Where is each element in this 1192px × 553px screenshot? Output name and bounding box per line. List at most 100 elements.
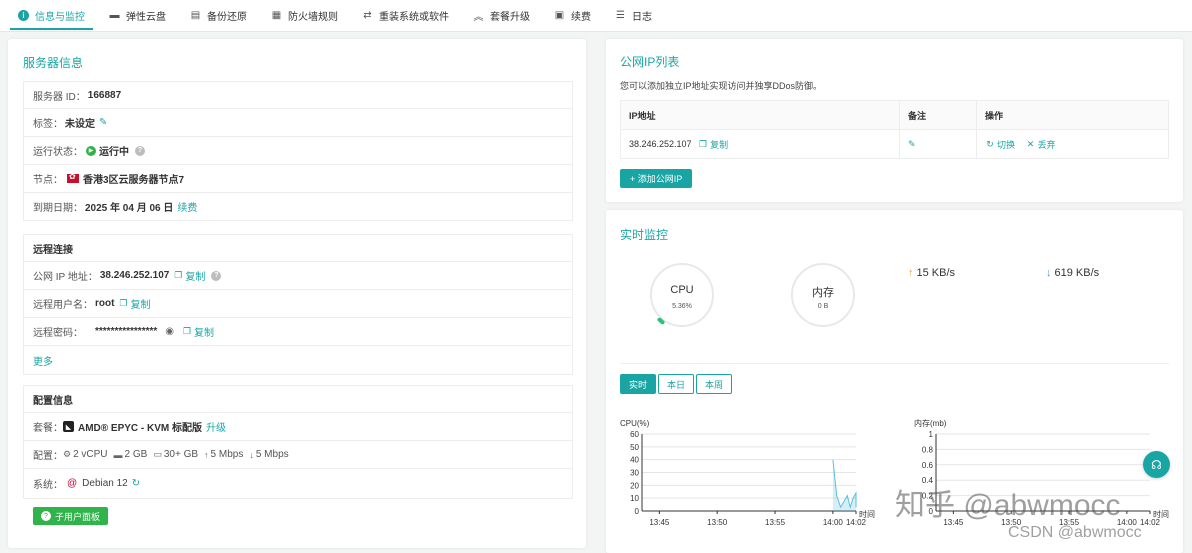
x-axis-label: 时间: [859, 509, 875, 519]
plan-value: AMD® EPYC - KVM 标配版: [78, 423, 203, 434]
range-tab-week[interactable]: 本周: [696, 374, 733, 394]
support-chat-button[interactable]: ☊: [1143, 451, 1170, 478]
disk-icon: ▬: [109, 10, 120, 21]
spec-label: 配置：: [33, 451, 63, 462]
tab-label: 弹性云盘: [126, 12, 166, 23]
range-tab-realtime[interactable]: 实时: [620, 374, 657, 394]
discard-ip-button[interactable]: ✕ 丢弃: [1026, 138, 1056, 151]
tab-label: 信息与监控: [35, 12, 85, 23]
amd-icon: ◣: [63, 421, 74, 432]
x-tick-label: 13:55: [765, 518, 786, 527]
panel-button-label: 子用户面板: [55, 511, 101, 522]
tab-label: 防火墙规则: [288, 12, 338, 23]
upgrade-icon: ︽: [473, 12, 484, 23]
tag-value: 未设定: [65, 119, 95, 130]
copy-icon: ❐: [119, 298, 128, 308]
panel-icon: ?: [41, 511, 51, 521]
copy-icon: ❐: [182, 326, 192, 336]
ip-list-title: 公网IP列表: [620, 55, 680, 69]
username-row: 远程用户名： root ❐ 复制: [23, 290, 573, 318]
renew-icon: ▣: [554, 10, 565, 21]
x-tick-label: 14:02: [846, 518, 867, 527]
tab-backup[interactable]: ▤ 备份还原: [182, 0, 255, 32]
monitor-title: 实时监控: [620, 228, 669, 242]
username-label: 远程用户名：: [33, 300, 93, 311]
status-row: 运行状态： ▶ 运行中 ?: [23, 137, 573, 165]
remote-section-title: 远程连接: [23, 234, 573, 262]
ram-value: 2 GB: [124, 449, 148, 460]
y-tick-label: 20: [630, 481, 639, 490]
ip-list-card: 公网IP列表 您可以添加独立IP地址实现访问并独享DDos防御。 IP地址 备注…: [606, 39, 1183, 202]
more-link[interactable]: 更多: [33, 353, 53, 368]
disk-icon: ▭: [153, 449, 162, 459]
arrow-down-icon: ↓: [249, 449, 254, 460]
os-label: 系统：: [33, 480, 63, 491]
ip-cell: 38.246.252.107: [629, 138, 692, 149]
renew-link[interactable]: 续费: [177, 199, 197, 214]
range-tabs: 实时 本日 本周: [620, 374, 734, 394]
y-tick-label: 50: [630, 443, 639, 452]
sub-user-panel-button[interactable]: ? 子用户面板: [33, 507, 109, 525]
copy-username-button[interactable]: ❐ 复制: [118, 296, 150, 311]
x-tick-label: 14:02: [1140, 518, 1161, 527]
tab-reinstall[interactable]: ⇄ 重装系统或软件: [354, 0, 457, 32]
cpu-gauge-label: CPU: [670, 284, 694, 296]
arrow-up-icon: ↑: [908, 267, 914, 279]
copy-password-button[interactable]: ❐ 复制: [182, 324, 214, 339]
copy-label: 复制: [710, 139, 729, 150]
eye-icon[interactable]: ◉: [165, 326, 174, 337]
more-row: 更多: [23, 346, 573, 375]
upload-speed: ↑ 15 KB/s: [908, 267, 955, 279]
upgrade-link[interactable]: 升级: [206, 419, 226, 434]
switch-ip-button[interactable]: ↻ 切换: [985, 138, 1015, 151]
server-info-title: 服务器信息: [23, 56, 84, 70]
tag-row: 标签： 未设定 ✎: [23, 109, 573, 137]
tab-firewall[interactable]: ▦ 防火墙规则: [263, 0, 346, 32]
help-icon[interactable]: ?: [135, 145, 145, 156]
help-icon[interactable]: ?: [211, 270, 222, 281]
play-icon: ▶: [86, 145, 96, 156]
arrow-down-icon: ↓: [1046, 267, 1052, 279]
discard-label: 丢弃: [1037, 139, 1056, 150]
copy-ip-button[interactable]: ❐ 复制: [173, 268, 205, 283]
ram-icon: ▬: [113, 449, 123, 460]
y-tick-label: 0: [635, 507, 640, 516]
switch-label: 切换: [997, 139, 1016, 150]
tab-bar: i 信息与监控 ▬ 弹性云盘 ▤ 备份还原 ▦ 防火墙规则 ⇄ 重装系统或软件 ︽ 套餐升级…: [0, 0, 1192, 32]
chart-title: 内存(mb): [914, 418, 947, 428]
tab-upgrade[interactable]: ︽ 套餐升级: [465, 0, 538, 32]
reinstall-refresh-icon[interactable]: ↻: [132, 478, 140, 489]
x-tick-label: 13:50: [707, 518, 728, 527]
expire-label: 到期日期：: [33, 203, 83, 214]
tab-renew[interactable]: ▣ 续费: [546, 0, 599, 32]
plan-row: 套餐： ◣ AMD® EPYC - KVM 标配版 升级: [23, 413, 573, 441]
memory-gauge: 内存 0 B: [791, 263, 855, 327]
close-icon: ✕: [1026, 138, 1035, 149]
tab-info-monitor[interactable]: i 信息与监控: [10, 0, 93, 32]
table-row: 38.246.252.107 ❐ 复制 ✎ ↻ 切换 ✕ 丢弃: [620, 129, 1169, 159]
edit-tag-icon[interactable]: ✎: [99, 117, 107, 128]
download-speed: ↓ 619 KB/s: [1046, 267, 1099, 279]
headset-icon: ☊: [1151, 457, 1162, 472]
server-id-label: 服务器 ID：: [33, 91, 86, 103]
copy-label: 复制: [194, 328, 214, 339]
tab-elastic-disk[interactable]: ▬ 弹性云盘: [101, 0, 174, 32]
y-tick-label: 1: [929, 430, 934, 439]
tab-log[interactable]: ☰ 日志: [607, 0, 660, 32]
upload-bandwidth: 5 Mbps: [210, 449, 244, 460]
copy-ip-button[interactable]: ❐ 复制: [698, 138, 728, 151]
copy-icon: ❐: [174, 270, 183, 280]
memory-gauge-value: 0 B: [817, 303, 829, 310]
arrow-up-icon: ↑: [204, 449, 209, 460]
backup-icon: ▤: [190, 10, 201, 21]
copy-label: 复制: [185, 272, 206, 283]
public-ip-label: 公网 IP 地址：: [33, 272, 98, 283]
os-row: 系统： @ Debian 12 ↻: [23, 469, 573, 499]
action-header: 操作: [976, 100, 1169, 130]
y-tick-label: 0.6: [922, 461, 934, 470]
debian-icon: @: [67, 478, 78, 489]
public-ip-row: 公网 IP 地址： 38.246.252.107 ❐ 复制 ?: [23, 262, 573, 290]
range-tab-today[interactable]: 本日: [658, 374, 695, 394]
add-public-ip-button[interactable]: + 添加公网IP: [620, 169, 693, 188]
edit-note-icon[interactable]: ✎: [908, 139, 916, 150]
